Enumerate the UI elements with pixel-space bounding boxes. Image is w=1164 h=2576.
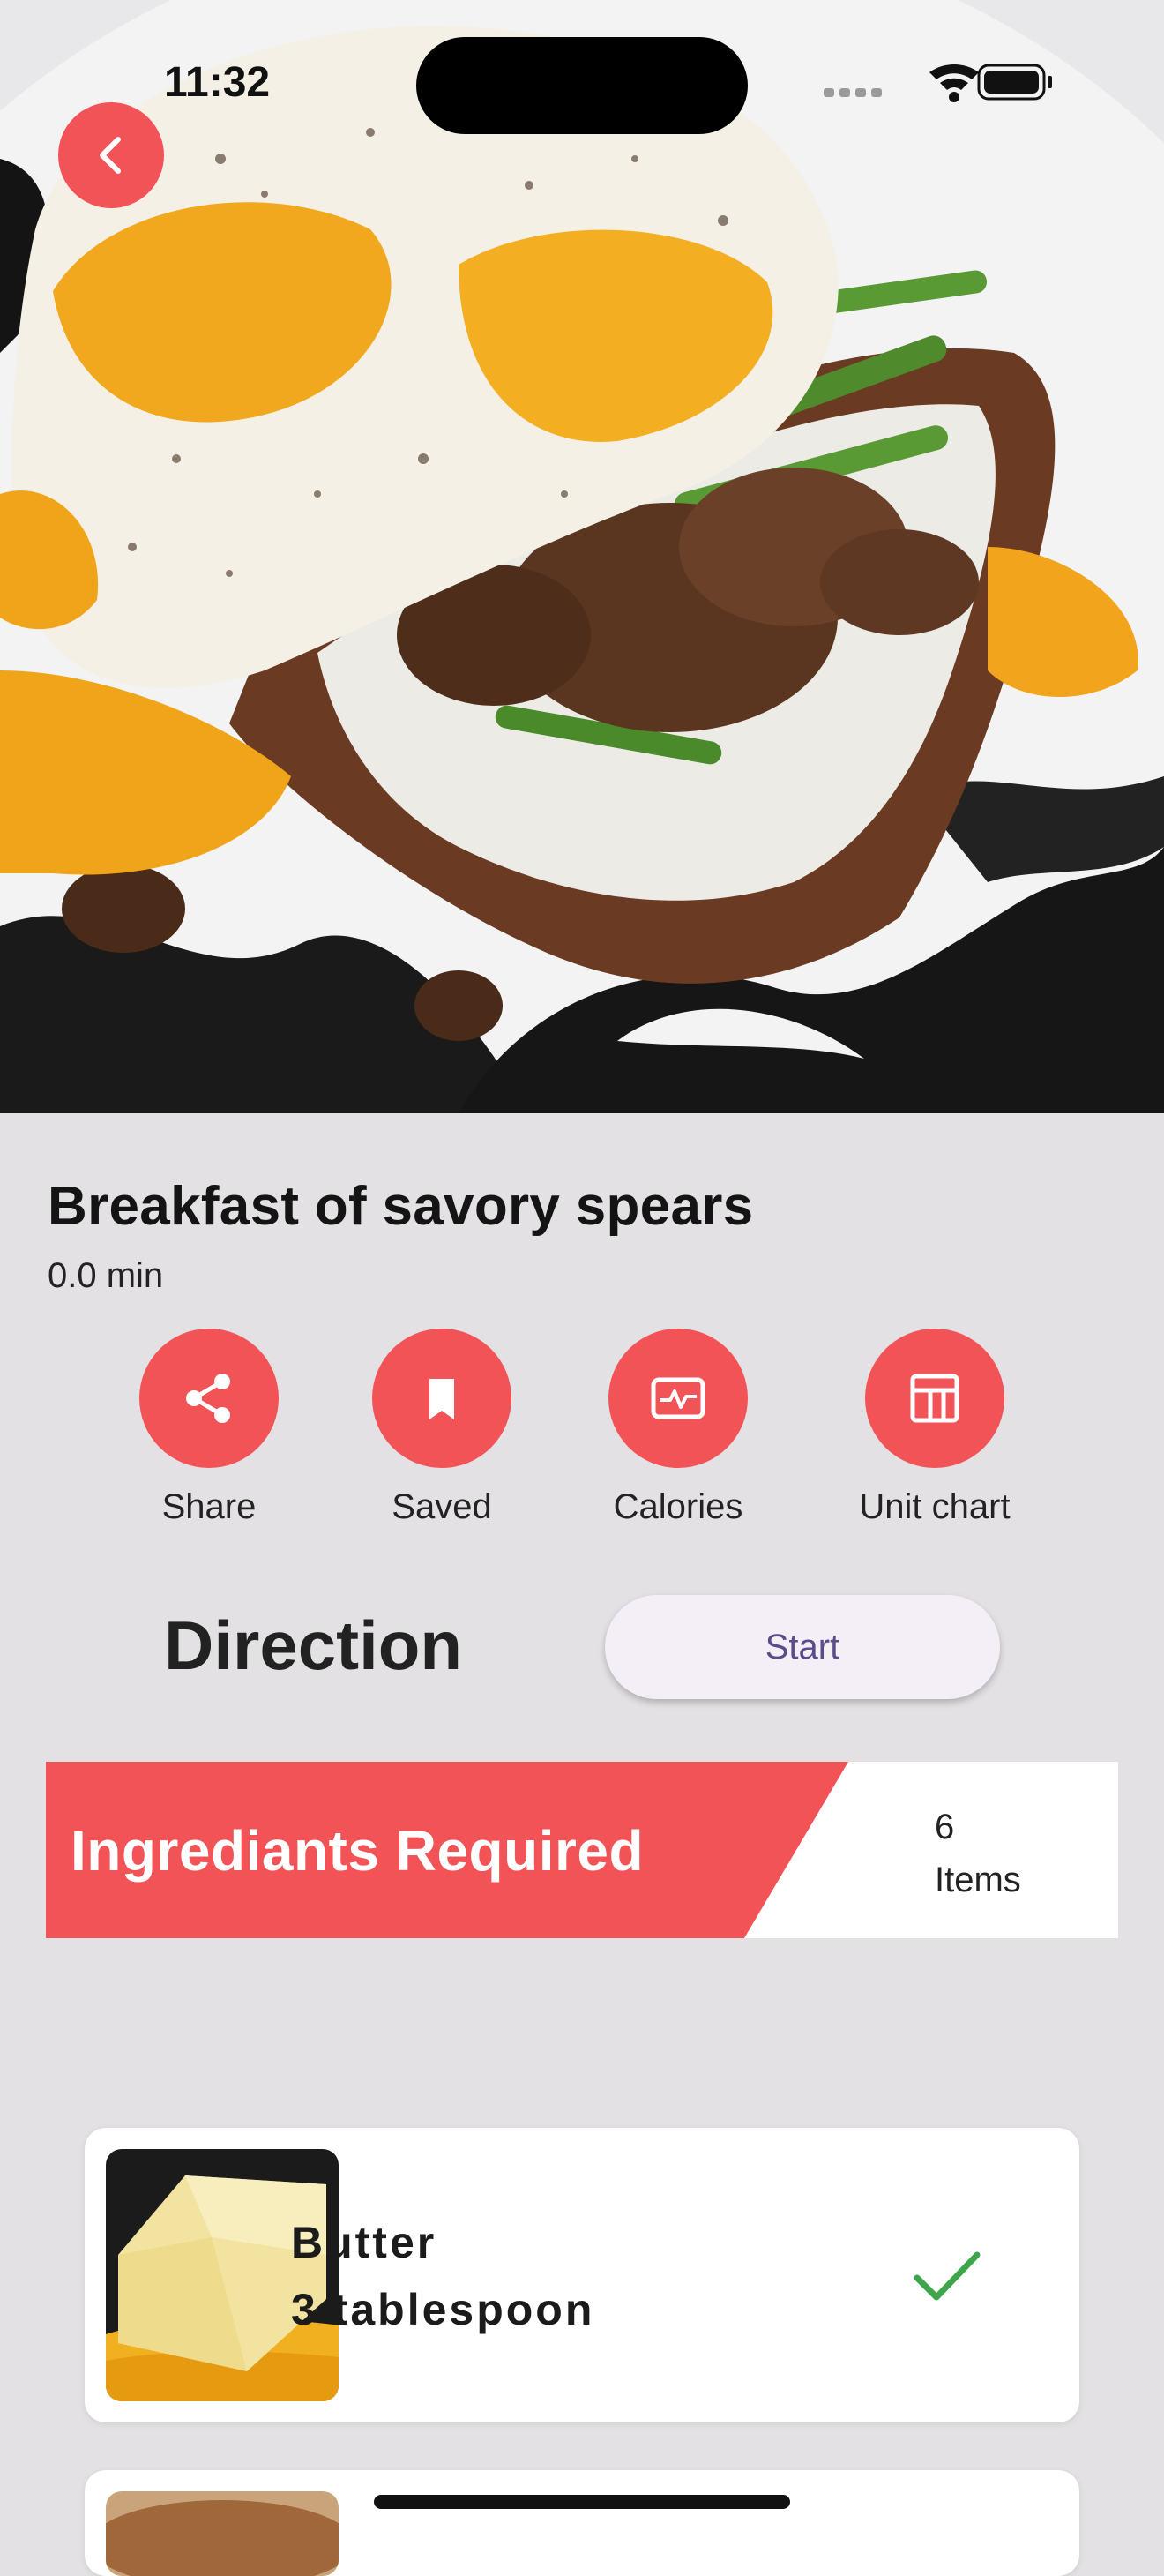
status-time: 11:32 [164, 59, 271, 106]
calories-action[interactable]: Calories [572, 1329, 784, 1527]
recipe-hero-image [0, 0, 1164, 1113]
ingredients-banner: Ingrediants Required 6 Items [46, 1762, 1118, 1938]
chevron-left-icon [100, 137, 121, 174]
ingredients-count-unit: Items [935, 1861, 1021, 1899]
start-button[interactable]: Start [605, 1595, 1000, 1699]
table-chart-icon [910, 1374, 959, 1423]
saved-action[interactable]: Saved [336, 1329, 548, 1527]
ingredients-count-number: 6 [935, 1808, 955, 1846]
calories-button[interactable] [608, 1329, 748, 1468]
unit-chart-label: Unit chart [859, 1487, 1011, 1526]
ingredient-quantity: 3 tablespoon [291, 2285, 595, 2334]
unit-chart-action[interactable]: Unit chart [829, 1329, 1041, 1527]
unit-chart-button[interactable] [865, 1329, 1004, 1468]
direction-heading: Direction [164, 1606, 463, 1684]
recipe-duration: 0.0 min [48, 1256, 164, 1295]
status-icons [820, 62, 1058, 106]
battery-icon [977, 64, 1052, 101]
ingredients-banner-title: Ingrediants Required [71, 1819, 645, 1883]
signal-icon [824, 88, 882, 97]
ingredient-name: Butter [291, 2218, 437, 2267]
saved-label: Saved [392, 1487, 492, 1526]
dynamic-island [416, 37, 748, 134]
share-action[interactable]: Share [103, 1329, 315, 1527]
recipe-title: Breakfast of savory spears [48, 1176, 754, 1237]
saved-button[interactable] [372, 1329, 511, 1468]
ingredient-card-partial[interactable] [85, 2470, 1079, 2576]
share-button[interactable] [139, 1329, 279, 1468]
pulse-card-icon [651, 1377, 705, 1419]
share-label: Share [161, 1487, 257, 1526]
back-button[interactable] [58, 102, 164, 208]
bookmark-icon [429, 1379, 454, 1419]
home-indicator [374, 2495, 790, 2509]
calories-label: Calories [613, 1487, 743, 1526]
wifi-icon [929, 64, 979, 102]
share-icon [186, 1374, 230, 1423]
ingredient-image [106, 2491, 339, 2576]
check-icon[interactable] [912, 2246, 982, 2308]
ingredient-image [106, 2149, 339, 2401]
ingredients-count: 6 Items [935, 1801, 1021, 1906]
